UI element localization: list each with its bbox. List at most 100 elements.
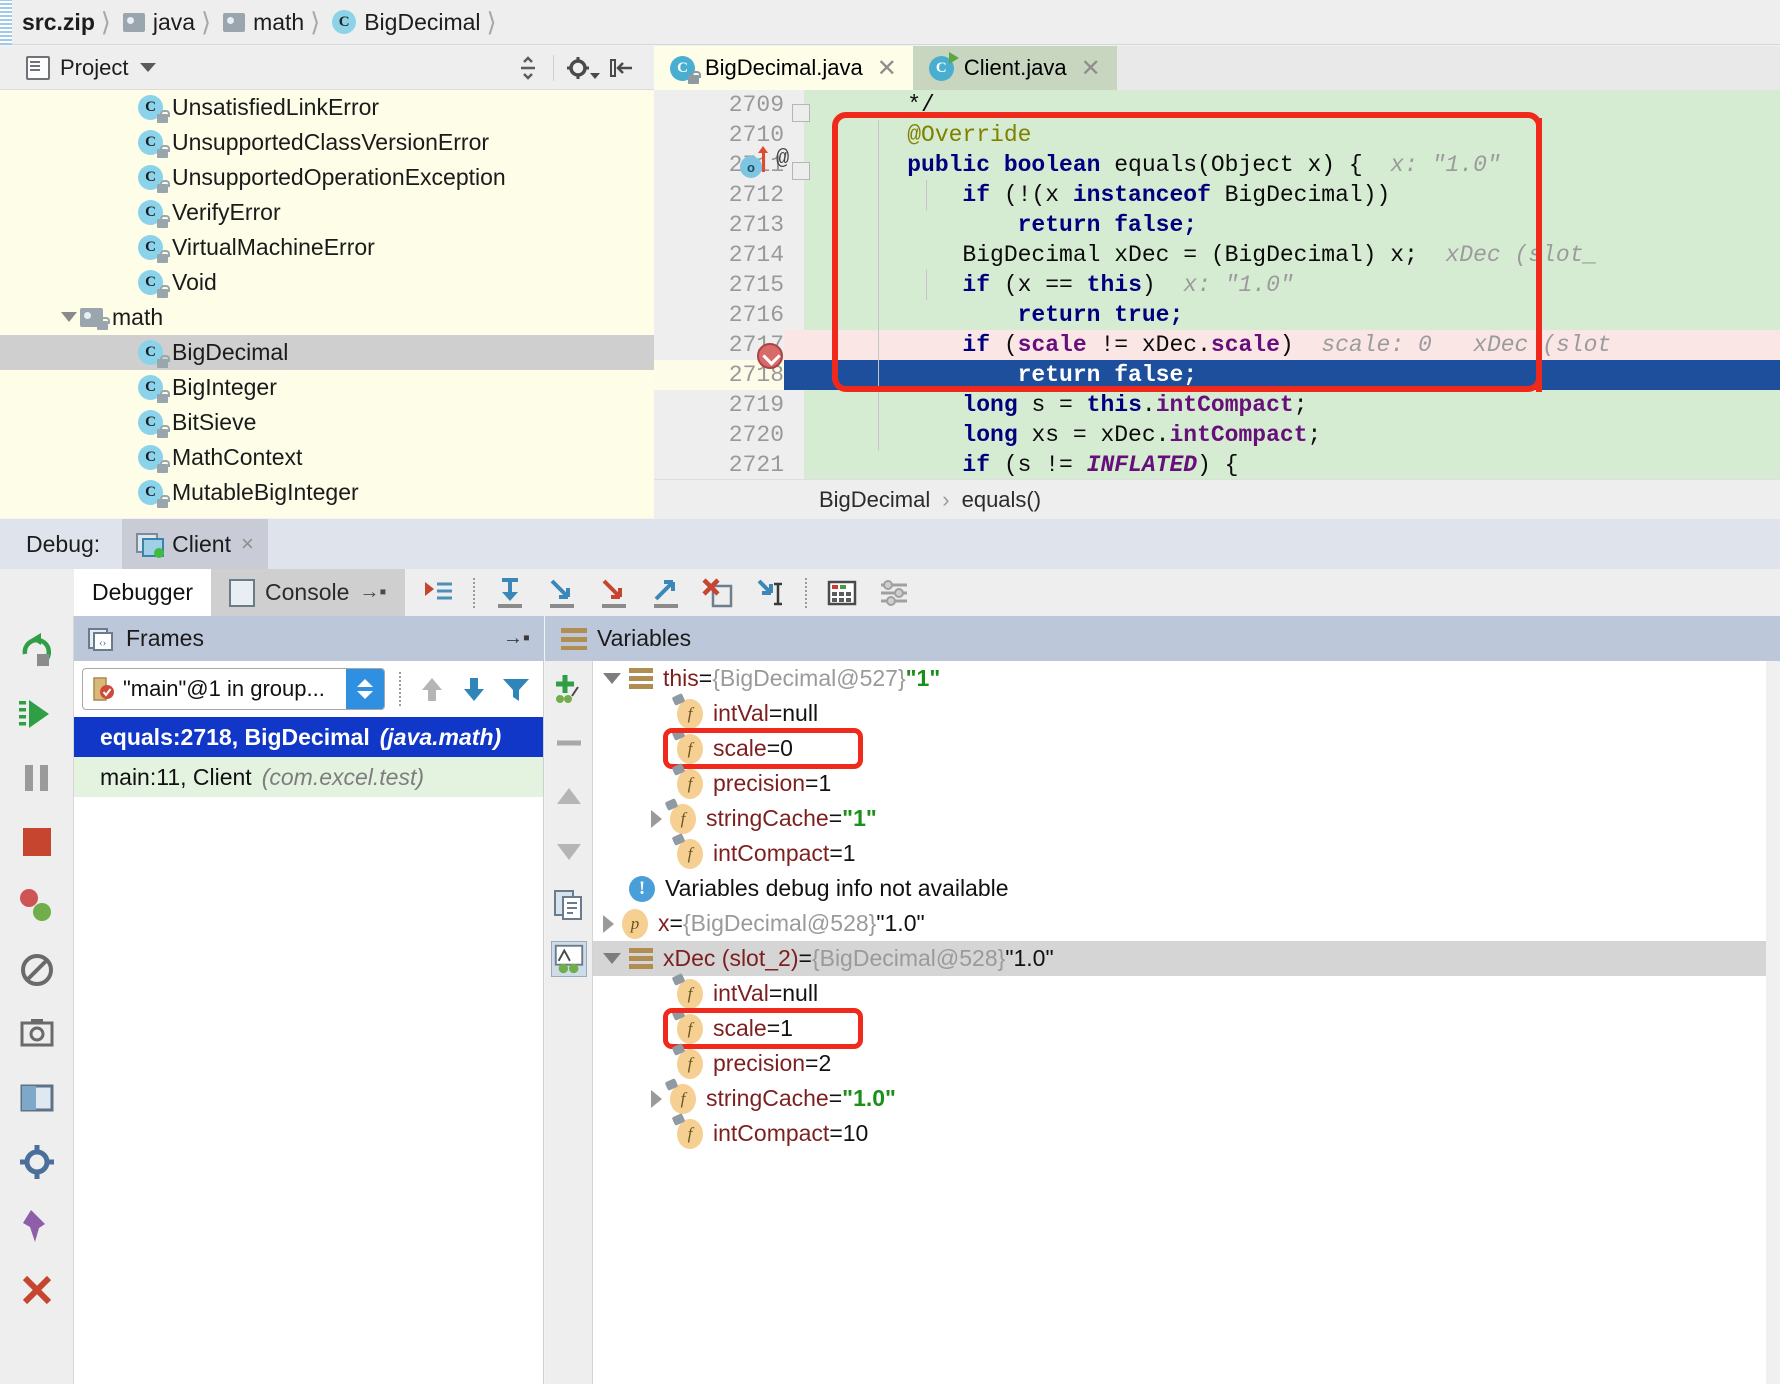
variable-row[interactable]: f intVal = null bbox=[593, 972, 1780, 1011]
tree-item-unsupportedoperationexception[interactable]: C UnsupportedOperationException bbox=[0, 160, 654, 195]
view-breakpoints-icon[interactable] bbox=[15, 884, 59, 928]
thread-dropdown[interactable]: "main"@1 in group... bbox=[82, 668, 385, 710]
resume-program-icon[interactable] bbox=[15, 692, 59, 736]
breadcrumb-item-java[interactable]: java ⟩ bbox=[121, 0, 221, 45]
variables-scrollbar[interactable] bbox=[1766, 661, 1780, 1384]
tab-client-java[interactable]: C Client.java ✕ bbox=[912, 46, 1117, 90]
tree-item-virtualmachineerror[interactable]: C VirtualMachineError bbox=[0, 230, 654, 265]
variable-row[interactable]: this = {BigDecimal@527} "1" bbox=[593, 661, 1780, 696]
code-line-2711[interactable]: 2711 public boolean equals(Object x) { x… bbox=[654, 150, 1780, 180]
tree-item-mutablebiginteger[interactable]: C MutableBigInteger bbox=[0, 475, 654, 510]
code-editor[interactable]: 2709 */2710 @Override2711 public boolean… bbox=[654, 90, 1780, 479]
filter-icon[interactable] bbox=[499, 672, 533, 706]
project-tree[interactable]: C UnsatisfiedLinkError C UnsupportedClassVe… bbox=[0, 90, 654, 518]
code-line-2710[interactable]: 2710 @Override bbox=[654, 120, 1780, 150]
close-icon[interactable]: × bbox=[241, 531, 254, 557]
variables-panel[interactable]: this = {BigDecimal@527} "1" f intVal = nul… bbox=[593, 661, 1780, 1384]
collapse-all-icon[interactable] bbox=[511, 51, 545, 85]
detach-icon[interactable]: →▪ bbox=[359, 581, 386, 604]
code-line-2713[interactable]: 2713 return false; bbox=[654, 210, 1780, 240]
code-line-2719[interactable]: 2719 long s = this.intCompact; bbox=[654, 390, 1780, 420]
thread-stepper[interactable] bbox=[346, 669, 384, 709]
variable-row[interactable]: f scale = 1 bbox=[593, 1007, 1780, 1049]
frames-panel[interactable]: "main"@1 in group... equals:2718, BigDec… bbox=[74, 661, 544, 1384]
code-line-2721[interactable]: 2721 if (s != INFLATED) { bbox=[654, 450, 1780, 479]
close-icon[interactable]: ✕ bbox=[1081, 54, 1101, 83]
editor-breadcrumb-class[interactable]: BigDecimal bbox=[819, 487, 930, 513]
copy-value-icon[interactable] bbox=[551, 887, 587, 923]
gear-icon[interactable] bbox=[562, 51, 600, 85]
variable-row[interactable]: px = {BigDecimal@528} "1.0" bbox=[593, 906, 1780, 941]
breadcrumb-item-math[interactable]: math ⟩ bbox=[221, 0, 330, 45]
inspect-icon[interactable] bbox=[550, 941, 587, 977]
code-line-2714[interactable]: 2714 BigDecimal xDec = (BigDecimal) x; x… bbox=[654, 240, 1780, 270]
override-method-icon[interactable]: o bbox=[740, 156, 762, 178]
tree-item-unsatisfiedlinkerror[interactable]: C UnsatisfiedLinkError bbox=[0, 90, 654, 125]
variable-row[interactable]: f intVal = null bbox=[593, 692, 1780, 731]
tree-item-bigdecimal[interactable]: C BigDecimal bbox=[0, 335, 654, 370]
variable-row[interactable]: ! Variables debug info not available bbox=[593, 871, 1780, 906]
variable-row[interactable]: xDec (slot_2) = {BigDecimal@528} "1.0" bbox=[593, 941, 1780, 976]
drop-frame-icon[interactable] bbox=[701, 576, 735, 610]
tree-item-verifyerror[interactable]: C VerifyError bbox=[0, 195, 654, 230]
mute-breakpoints-icon[interactable] bbox=[15, 948, 59, 992]
breadcrumb-item-bigdecimal[interactable]: C BigDecimal ⟩ bbox=[330, 0, 506, 45]
move-up-icon[interactable] bbox=[551, 779, 587, 815]
tab-bigdecimal-java[interactable]: C BigDecimal.java ✕ bbox=[654, 46, 913, 90]
pin-tab-icon[interactable] bbox=[15, 1204, 59, 1248]
code-line-2717[interactable]: 2717 if (scale != xDec.scale) scale: 0 x… bbox=[654, 330, 1780, 360]
show-execution-point-icon[interactable] bbox=[421, 576, 455, 610]
code-line-2709[interactable]: 2709 */ bbox=[654, 90, 1780, 120]
variable-row[interactable]: f intCompact = 10 bbox=[593, 1112, 1780, 1151]
expand-arrow-icon[interactable] bbox=[603, 914, 614, 933]
rerun-icon[interactable] bbox=[15, 628, 59, 672]
editor-breadcrumb[interactable]: BigDecimal › equals() bbox=[654, 479, 1780, 519]
detach-icon[interactable]: →▪ bbox=[503, 627, 530, 650]
breadcrumb-item-srczip[interactable]: src.zip ⟩ bbox=[20, 0, 121, 45]
restore-layout-icon[interactable] bbox=[15, 1076, 59, 1120]
tree-item-bitsieve[interactable]: C BitSieve bbox=[0, 405, 654, 440]
code-line-2716[interactable]: 2716 return true; bbox=[654, 300, 1780, 330]
variable-row[interactable]: f stringCache = "1" bbox=[593, 797, 1780, 836]
pause-program-icon[interactable] bbox=[15, 756, 59, 800]
step-out-icon[interactable] bbox=[649, 576, 683, 610]
remove-icon[interactable] bbox=[551, 725, 587, 761]
code-line-2715[interactable]: 2715 if (x == this) x: "1.0" bbox=[654, 270, 1780, 300]
stop-icon[interactable] bbox=[15, 820, 59, 864]
collapse-arrow-icon[interactable] bbox=[603, 673, 621, 684]
fold-region-icon[interactable] bbox=[792, 104, 810, 122]
tab-debugger[interactable]: Debugger bbox=[74, 569, 212, 616]
hide-panel-icon[interactable] bbox=[604, 51, 638, 85]
add-watch-icon[interactable] bbox=[551, 671, 587, 707]
variable-row[interactable]: f intCompact = 1 bbox=[593, 832, 1780, 871]
expand-arrow-icon[interactable] bbox=[651, 1089, 662, 1108]
editor-code-lines[interactable]: 2709 */2710 @Override2711 public boolean… bbox=[654, 90, 1780, 479]
variable-row[interactable]: f stringCache = "1.0" bbox=[593, 1077, 1780, 1116]
tree-item-void[interactable]: C Void bbox=[0, 265, 654, 300]
code-line-2718[interactable]: 2718 return false; bbox=[654, 360, 1780, 390]
step-over-icon[interactable] bbox=[493, 576, 527, 610]
up-arrow-icon[interactable] bbox=[415, 672, 449, 706]
close-icon[interactable] bbox=[15, 1268, 59, 1312]
tree-item-biginteger[interactable]: C BigInteger bbox=[0, 370, 654, 405]
variable-row[interactable]: f scale = 0 bbox=[593, 727, 1780, 769]
debug-session-tab-client[interactable]: Client × bbox=[122, 519, 268, 569]
down-arrow-icon[interactable] bbox=[457, 672, 491, 706]
force-step-into-icon[interactable] bbox=[597, 576, 631, 610]
expand-arrow-icon[interactable] bbox=[651, 809, 662, 828]
frame-row[interactable]: main:11, Client (com.excel.test) bbox=[74, 757, 543, 797]
settings-gear-icon[interactable] bbox=[15, 1140, 59, 1184]
close-icon[interactable]: ✕ bbox=[877, 54, 897, 83]
evaluate-expression-icon[interactable] bbox=[825, 576, 859, 610]
fold-region-icon[interactable] bbox=[792, 162, 810, 180]
editor-breadcrumb-method[interactable]: equals() bbox=[962, 487, 1041, 513]
collapse-arrow-icon[interactable] bbox=[603, 953, 621, 964]
run-to-cursor-icon[interactable] bbox=[753, 576, 787, 610]
get-thread-dump-icon[interactable] bbox=[15, 1012, 59, 1056]
step-into-icon[interactable] bbox=[545, 576, 579, 610]
tab-console[interactable]: Console →▪ bbox=[211, 569, 405, 616]
frame-row[interactable]: equals:2718, BigDecimal (java.math) bbox=[74, 717, 543, 757]
move-down-icon[interactable] bbox=[551, 833, 587, 869]
variable-row[interactable]: f precision = 1 bbox=[593, 762, 1780, 801]
tree-item-math[interactable]: math bbox=[0, 300, 654, 335]
